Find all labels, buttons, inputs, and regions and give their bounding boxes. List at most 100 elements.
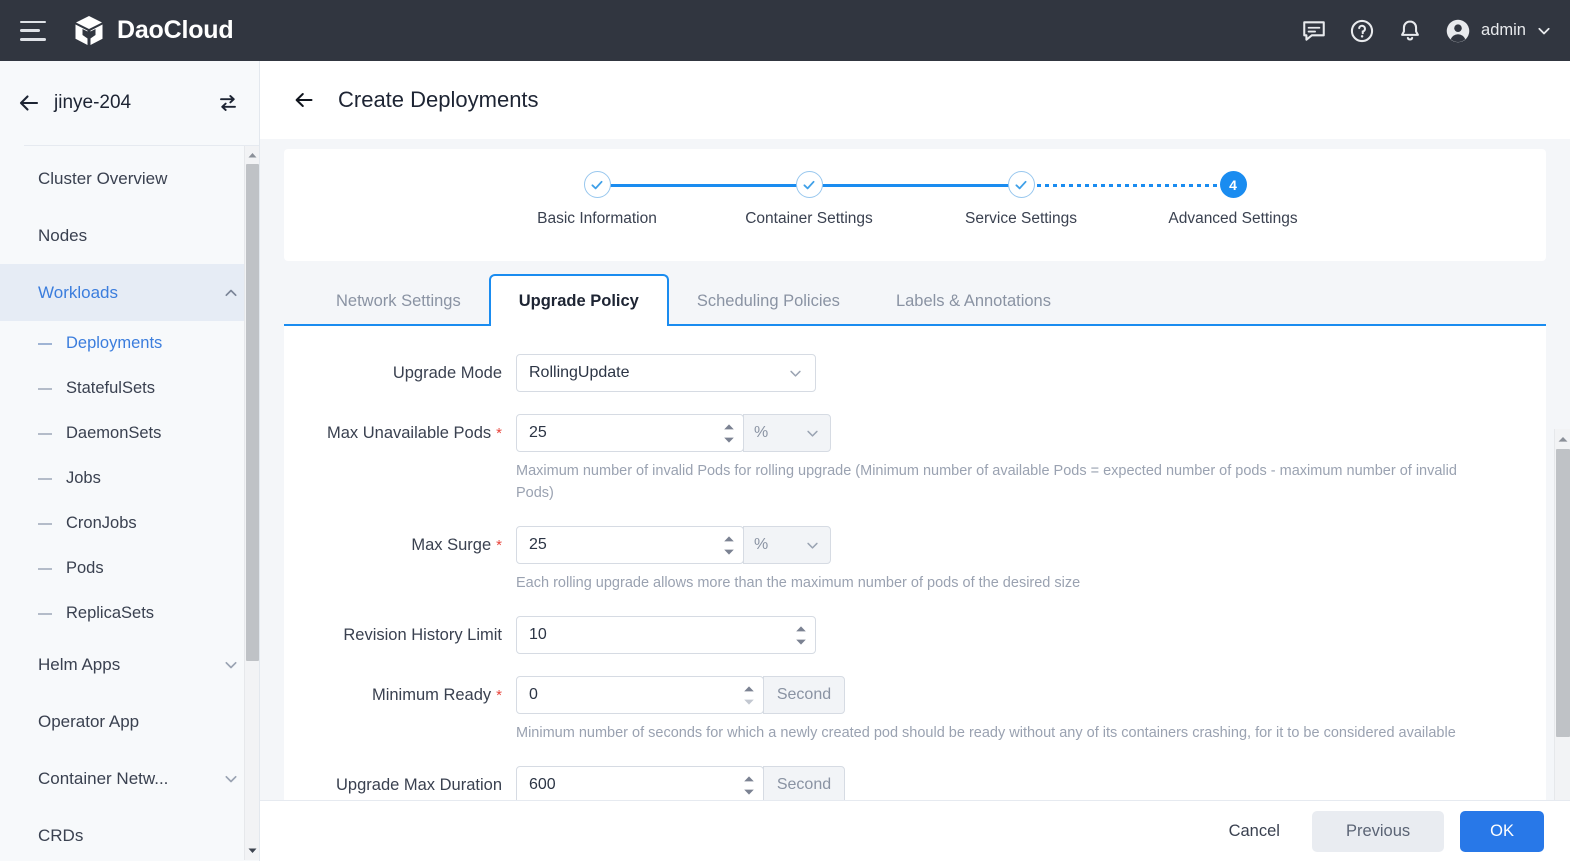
cancel-button[interactable]: Cancel [1213,813,1296,850]
max-unavailable-input-group: 25 % [516,414,1546,452]
stepper-up-icon[interactable] [795,625,807,633]
sidebar-item-operator-app[interactable]: Operator App [0,693,259,750]
sidebar-item-crds[interactable]: CRDs [0,807,259,860]
stepper-up-icon[interactable] [723,535,735,543]
max-unavailable-unit-select[interactable]: % [743,414,831,452]
swap-icon[interactable] [217,92,239,114]
main-content: Create Deployments Basic Information [260,61,1570,861]
brand-logo[interactable]: DaoCloud [72,14,233,48]
number-stepper[interactable] [721,423,737,444]
top-bar-actions: admin [1301,0,1552,61]
number-stepper[interactable] [721,535,737,556]
dash-icon [38,433,52,435]
sidebar-item-label: Cluster Overview [38,169,239,189]
ok-button[interactable]: OK [1460,811,1544,852]
chevron-down-icon[interactable] [805,426,820,441]
sidebar-item-label: CRDs [38,826,239,846]
stepper-down-icon[interactable] [795,638,807,646]
sidebar-item-cluster-overview[interactable]: Cluster Overview [0,150,259,207]
sidebar-item-jobs[interactable]: Jobs [0,456,259,501]
message-icon[interactable] [1301,18,1327,44]
step-container-settings[interactable]: Container Settings [703,171,915,228]
sidebar-scrollbar[interactable] [244,146,259,860]
step-basic-information[interactable]: Basic Information [491,171,703,228]
chevron-down-icon[interactable] [223,657,239,673]
field-label-text: Max Surge [411,536,491,554]
chevron-down-icon[interactable] [788,366,803,381]
stepper-down-icon[interactable] [723,436,735,444]
tab-upgrade-policy[interactable]: Upgrade Policy [489,274,669,326]
field-max-unavailable-pods: Max Unavailable Pods* 25 [284,414,1546,504]
sidebar-item-statefulsets[interactable]: StatefulSets [0,366,259,411]
upgrade-policy-form: Upgrade Mode RollingUpdate [284,326,1546,804]
user-name: admin [1481,21,1526,40]
sidebar-item-daemonsets[interactable]: DaemonSets [0,411,259,456]
sidebar-item-label: Nodes [38,226,239,246]
stepper-up-icon[interactable] [743,775,755,783]
sidebar-item-cronjobs[interactable]: CronJobs [0,501,259,546]
scroll-up-arrow-icon[interactable] [1557,434,1569,445]
minimum-ready-value: 0 [529,686,741,704]
max-surge-unit-select[interactable]: % [743,526,831,564]
upgrade-max-duration-input[interactable]: 600 [516,766,764,804]
tab-label: Upgrade Policy [519,292,639,311]
dash-icon [38,568,52,570]
help-icon[interactable] [1349,18,1375,44]
stepper-down-icon[interactable] [743,788,755,796]
field-control: 25 % [516,526,1546,594]
field-label: Revision History Limit [284,616,516,654]
dash-icon [38,613,52,615]
sidebar-item-workloads[interactable]: Workloads [0,264,259,321]
scroll-down-arrow-icon[interactable] [247,845,258,856]
bell-icon[interactable] [1397,18,1423,44]
sidebar-item-helm-apps[interactable]: Helm Apps [0,636,259,693]
stepper-down-icon[interactable] [743,698,755,706]
sidebar-item-replicasets[interactable]: ReplicaSets [0,591,259,636]
sidebar-item-pods[interactable]: Pods [0,546,259,591]
hamburger-icon[interactable] [20,21,46,41]
sidebar-item-nodes[interactable]: Nodes [0,207,259,264]
scroll-up-arrow-icon[interactable] [247,150,258,161]
step-service-settings[interactable]: Service Settings [915,171,1127,228]
max-surge-value: 25 [529,536,721,554]
tab-network-settings[interactable]: Network Settings [308,278,489,324]
field-upgrade-mode: Upgrade Mode RollingUpdate [284,354,1546,392]
dash-icon [38,523,52,525]
sidebar-item-deployments[interactable]: Deployments [0,321,259,366]
sidebar-scroll-thumb[interactable] [246,164,259,661]
sidebar-item-container-network[interactable]: Container Netw... [0,750,259,807]
chevron-down-icon[interactable] [805,538,820,553]
number-stepper[interactable] [793,625,809,646]
content-scroll-thumb[interactable] [1556,449,1570,737]
number-stepper[interactable] [741,775,757,796]
tab-labels-annotations[interactable]: Labels & Annotations [868,278,1079,324]
max-unavailable-input[interactable]: 25 [516,414,744,452]
step-advanced-settings[interactable]: 4 Advanced Settings [1127,171,1339,228]
tab-scheduling-policies[interactable]: Scheduling Policies [669,278,868,324]
cluster-name[interactable]: jinye-204 [54,92,217,114]
field-label-text: Minimum Ready [372,686,491,704]
field-control: 10 [516,616,1546,654]
arrow-left-icon[interactable] [292,88,316,112]
chevron-down-icon[interactable] [223,771,239,787]
chevron-up-icon[interactable] [223,285,239,301]
content-scrollbar[interactable] [1554,429,1570,861]
user-menu[interactable]: admin [1445,18,1552,44]
step-indicator [1008,171,1035,198]
required-marker: * [496,687,502,704]
arrow-left-icon[interactable] [16,90,42,116]
revision-history-limit-input[interactable]: 10 [516,616,816,654]
stepper-up-icon[interactable] [723,423,735,431]
unit-value: % [754,536,805,554]
max-surge-input[interactable]: 25 [516,526,744,564]
upgrade-mode-select[interactable]: RollingUpdate [516,354,816,392]
stepper-down-icon[interactable] [723,548,735,556]
chevron-down-icon[interactable] [1536,23,1552,39]
unit-value: % [754,424,805,442]
number-stepper[interactable] [741,685,757,706]
minimum-ready-input[interactable]: 0 [516,676,764,714]
previous-button[interactable]: Previous [1312,811,1444,852]
tab-label: Network Settings [336,292,461,311]
stepper-up-icon[interactable] [743,685,755,693]
upgrade-max-duration-input-group: 600 Second [516,766,1546,804]
